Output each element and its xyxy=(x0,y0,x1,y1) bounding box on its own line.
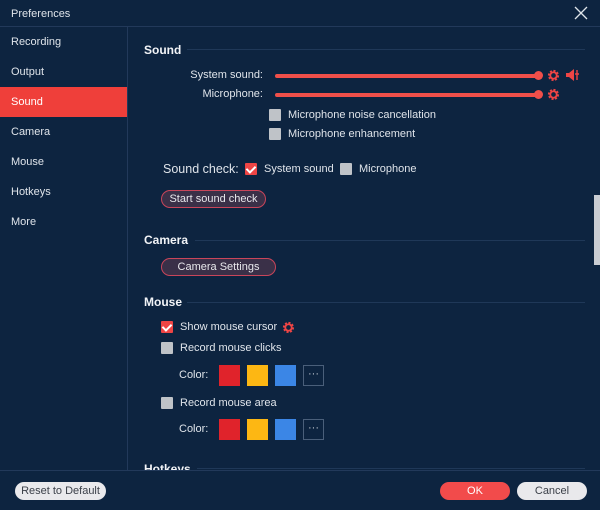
camera-settings-button[interactable]: Camera Settings xyxy=(161,258,276,276)
color-swatch-red[interactable] xyxy=(219,419,240,440)
divider xyxy=(187,49,585,50)
section-title-camera: Camera xyxy=(144,233,189,247)
title-bar: Preferences xyxy=(0,0,600,27)
record-clicks-checkbox[interactable] xyxy=(161,342,173,354)
sound-check-mic-checkbox[interactable] xyxy=(340,163,352,175)
footer: Reset to Default OK Cancel xyxy=(0,470,600,510)
color-label: Color: xyxy=(179,423,209,435)
sound-check-label: Sound check: xyxy=(163,162,239,176)
show-cursor-label: Show mouse cursor xyxy=(180,321,278,333)
enhancement-checkbox[interactable] xyxy=(269,128,281,140)
divider xyxy=(187,302,585,303)
window-title: Preferences xyxy=(11,8,71,20)
sidebar-item-more[interactable]: More xyxy=(0,207,127,237)
section-title-sound: Sound xyxy=(144,43,182,57)
scrollbar[interactable] xyxy=(593,27,600,470)
color-swatch-yellow[interactable] xyxy=(247,419,268,440)
close-icon[interactable] xyxy=(574,6,588,20)
record-area-label: Record mouse area xyxy=(180,397,277,409)
color-swatch-blue[interactable] xyxy=(275,365,296,386)
sidebar-item-output[interactable]: Output xyxy=(0,57,127,87)
microphone-slider[interactable] xyxy=(275,90,543,99)
more-colors-button[interactable]: ··· xyxy=(303,365,324,386)
scrollbar-thumb[interactable] xyxy=(594,195,600,265)
sidebar-item-camera[interactable]: Camera xyxy=(0,117,127,147)
sidebar-item-mouse[interactable]: Mouse xyxy=(0,147,127,177)
speaker-icon[interactable] xyxy=(565,68,580,82)
divider xyxy=(195,240,585,241)
gear-icon[interactable] xyxy=(282,321,295,334)
system-sound-label: System sound: xyxy=(190,69,263,81)
slider-handle[interactable] xyxy=(534,71,543,80)
slider-handle[interactable] xyxy=(534,90,543,99)
sidebar: Recording Output Sound Camera Mouse Hotk… xyxy=(0,27,128,470)
system-sound-slider[interactable] xyxy=(275,71,543,80)
settings-content: Sound System sound: Microphone: Micropho… xyxy=(129,27,593,470)
divider xyxy=(197,468,585,469)
color-swatch-blue[interactable] xyxy=(275,419,296,440)
show-cursor-checkbox[interactable] xyxy=(161,321,173,333)
start-sound-check-button[interactable]: Start sound check xyxy=(161,190,266,208)
cancel-button[interactable]: Cancel xyxy=(517,482,587,500)
noise-cancellation-checkbox[interactable] xyxy=(269,109,281,121)
sound-check-system-label: System sound xyxy=(264,163,334,175)
noise-cancellation-label: Microphone noise cancellation xyxy=(288,109,436,121)
section-title-mouse: Mouse xyxy=(144,295,183,309)
microphone-label: Microphone: xyxy=(202,88,263,100)
enhancement-label: Microphone enhancement xyxy=(288,128,416,140)
reset-to-default-button[interactable]: Reset to Default xyxy=(15,482,106,500)
sound-check-system-checkbox[interactable] xyxy=(245,163,257,175)
gear-icon[interactable] xyxy=(547,69,560,82)
sound-check-mic-label: Microphone xyxy=(359,163,417,175)
color-label: Color: xyxy=(179,369,209,381)
section-title-hotkeys: Hotkeys xyxy=(144,462,191,470)
sidebar-item-sound[interactable]: Sound xyxy=(0,87,127,117)
record-clicks-label: Record mouse clicks xyxy=(180,342,282,354)
sidebar-item-hotkeys[interactable]: Hotkeys xyxy=(0,177,127,207)
color-swatch-red[interactable] xyxy=(219,365,240,386)
color-swatch-yellow[interactable] xyxy=(247,365,268,386)
record-area-checkbox[interactable] xyxy=(161,397,173,409)
more-colors-button[interactable]: ··· xyxy=(303,419,324,440)
ok-button[interactable]: OK xyxy=(440,482,510,500)
sidebar-item-recording[interactable]: Recording xyxy=(0,27,127,57)
gear-icon[interactable] xyxy=(547,88,560,101)
